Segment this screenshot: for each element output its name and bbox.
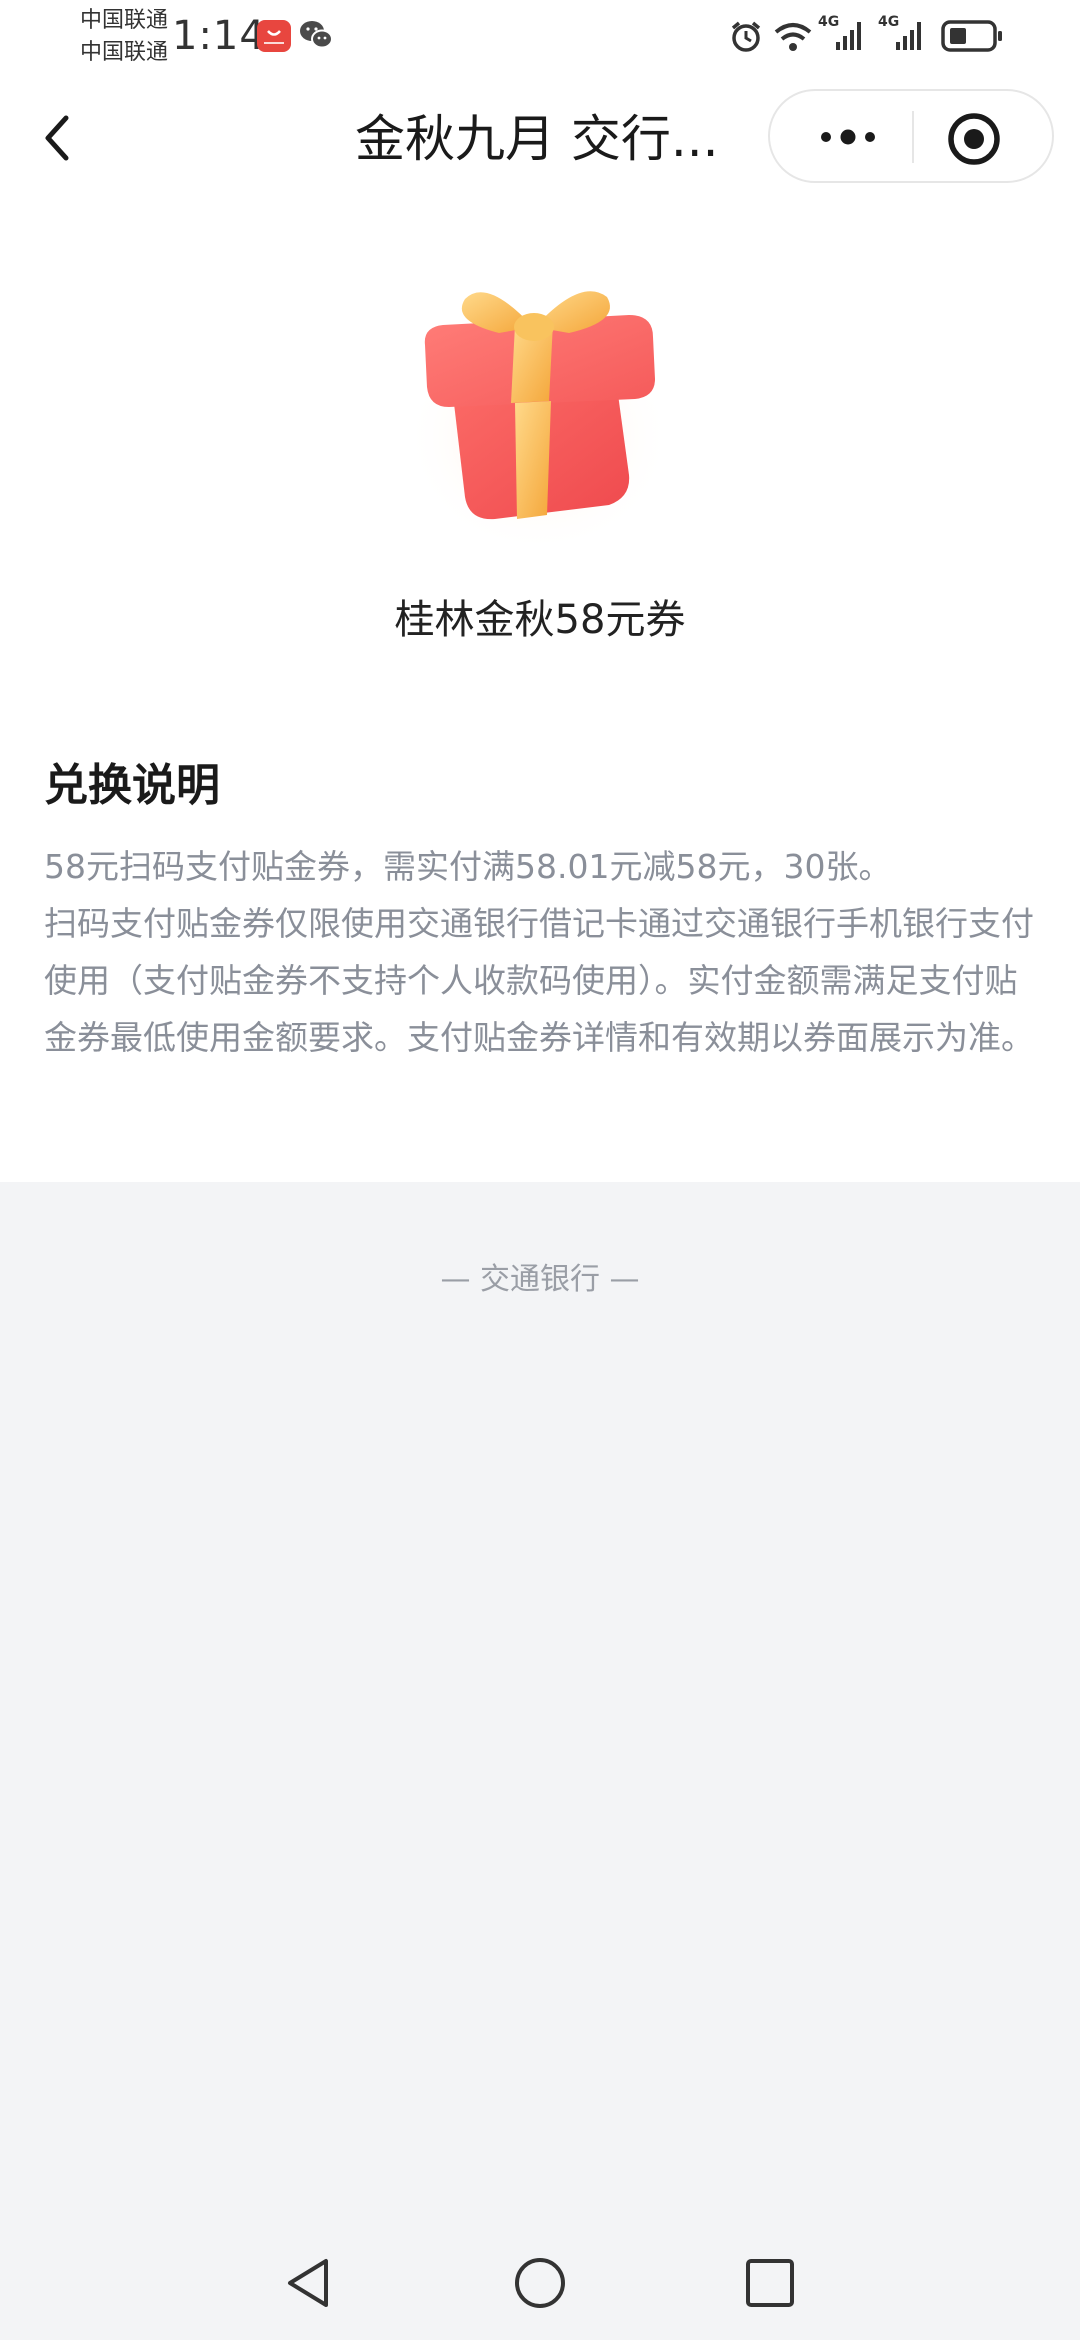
more-button[interactable] xyxy=(810,113,890,161)
status-bar: 中国联通 中国联通 1:14 4G 4G xyxy=(0,0,1080,70)
status-time: 1:14 xyxy=(172,13,266,59)
close-miniprogram-button[interactable] xyxy=(946,111,1002,167)
instructions-title: 兑换说明 xyxy=(44,760,220,811)
battery-icon xyxy=(940,14,1004,58)
chevron-left-icon xyxy=(45,115,69,161)
signal-icon: 4G xyxy=(878,14,928,58)
system-recents-button[interactable] xyxy=(742,2255,798,2311)
alarm-icon xyxy=(728,14,764,58)
square-recents-icon xyxy=(746,2259,794,2307)
carrier-label: 中国联通 xyxy=(80,40,169,65)
target-close-icon xyxy=(948,113,1000,165)
wechat-icon xyxy=(298,18,334,52)
more-dots-icon xyxy=(821,129,875,145)
triangle-back-icon xyxy=(288,2259,328,2307)
capsule-divider xyxy=(912,111,914,163)
coupon-name: 桂林金秋58元券 xyxy=(394,597,686,643)
instructions-paragraph: 58元扫码支付贴金券，需实付满58.01元减58元，30张。 xyxy=(44,847,892,886)
system-home-button[interactable] xyxy=(512,2255,568,2311)
huawei-appgallery-icon xyxy=(257,20,291,52)
circle-home-icon xyxy=(515,2258,565,2308)
back-button[interactable] xyxy=(36,108,80,168)
wifi-icon xyxy=(772,14,814,58)
bank-footer: — 交通银行 — xyxy=(440,1262,640,1297)
carrier-label: 中国联通 xyxy=(80,8,169,33)
signal-icon: 4G xyxy=(818,14,868,58)
instructions-body: 58元扫码支付贴金券，需实付满58.01元减58元，30张。 扫码支付贴金券仅限… xyxy=(44,838,1034,1066)
gift-box-icon xyxy=(403,275,675,543)
system-back-button[interactable] xyxy=(282,2255,338,2311)
page-title: 金秋九月 交行... xyxy=(355,110,719,168)
miniprogram-capsule xyxy=(768,89,1054,183)
instructions-paragraph: 扫码支付贴金券仅限使用交通银行借记卡通过交通银行手机银行支付使用（支付贴金券不支… xyxy=(44,904,1034,1057)
